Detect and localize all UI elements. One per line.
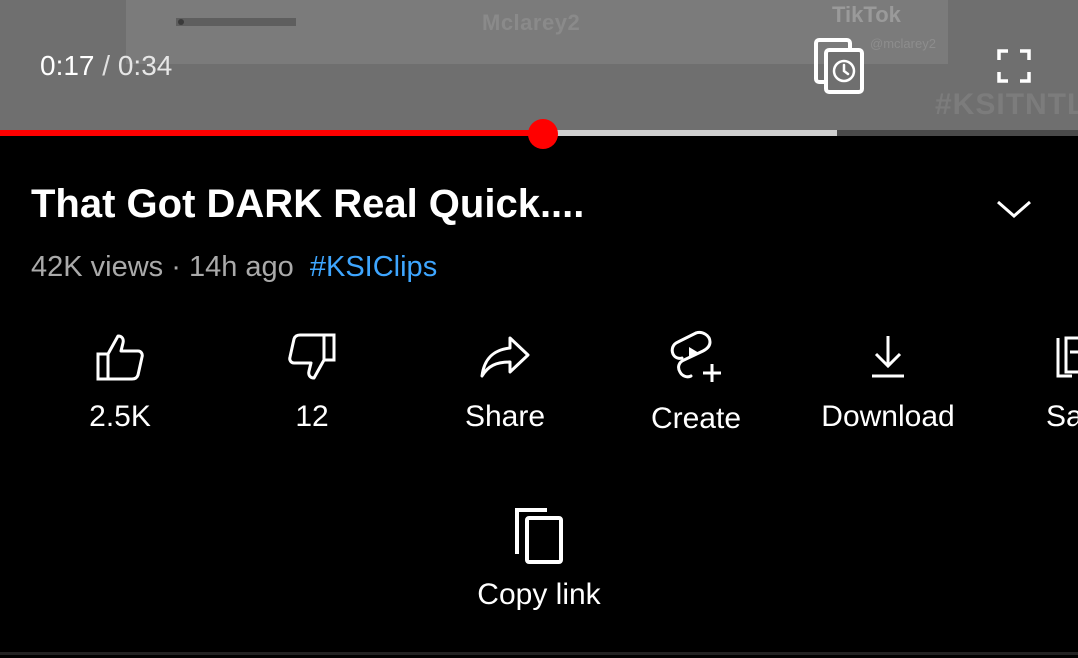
download-icon [872,336,904,378]
video-meta: 42K views · 14h ago #KSIClips [31,251,437,284]
video-content-dot [178,19,184,25]
bottom-divider [0,652,1078,655]
fullscreen-button[interactable] [996,48,1032,84]
fullscreen-icon [997,49,1031,83]
queue-clock-icon [814,38,864,94]
played-bar [0,130,543,136]
upload-age: 14h ago [188,251,294,283]
hashtag-link[interactable]: #KSIClips [310,251,437,283]
video-title[interactable]: That Got DARK Real Quick.... [31,182,584,227]
create-icon [670,331,721,382]
expand-description-button[interactable] [994,194,1034,224]
time-separator: / [102,50,111,81]
copy-link-button[interactable]: Copy link [449,506,629,612]
download-label: Download [821,400,955,433]
scrubber-handle[interactable] [528,119,558,149]
add-to-queue-button[interactable] [812,36,868,96]
create-button[interactable]: Create [606,330,786,436]
watermark-hashtag: #KSITNTL [935,88,1078,121]
meta-dot: · [171,251,181,283]
view-count: 42K views [31,251,164,283]
current-time: 0:17 [40,50,95,81]
video-player[interactable]: Mclarey2 TikTok @mclarey2 #KSITNTL 0:17 … [0,0,1078,134]
create-label: Create [650,402,742,435]
time-display: 0:17 / 0:34 [40,50,172,82]
dislike-button[interactable]: 12 [222,332,402,434]
thumbs-up-icon [96,334,144,381]
video-content-bar [176,18,296,26]
share-label: Share [464,400,546,433]
thumbs-down-icon [288,333,336,380]
watermark-user: Mclarey2 [482,10,581,35]
like-button[interactable]: 2.5K [30,332,210,434]
copy-icon [515,508,563,564]
like-count: 2.5K [89,400,151,433]
save-label: Sa [1046,400,1078,433]
share-icon [480,336,530,378]
download-button[interactable]: Download [798,332,978,434]
copy-link-label: Copy link [477,578,601,611]
chevron-down-icon [997,200,1031,218]
save-button[interactable]: Sa [1022,332,1078,434]
share-button[interactable]: Share [415,332,595,434]
dislike-count: 12 [295,400,329,433]
watermark-handle: @mclarey2 [870,36,936,51]
save-icon [1056,336,1078,378]
watermark-brand: TikTok [832,2,901,27]
duration: 0:34 [117,50,173,81]
